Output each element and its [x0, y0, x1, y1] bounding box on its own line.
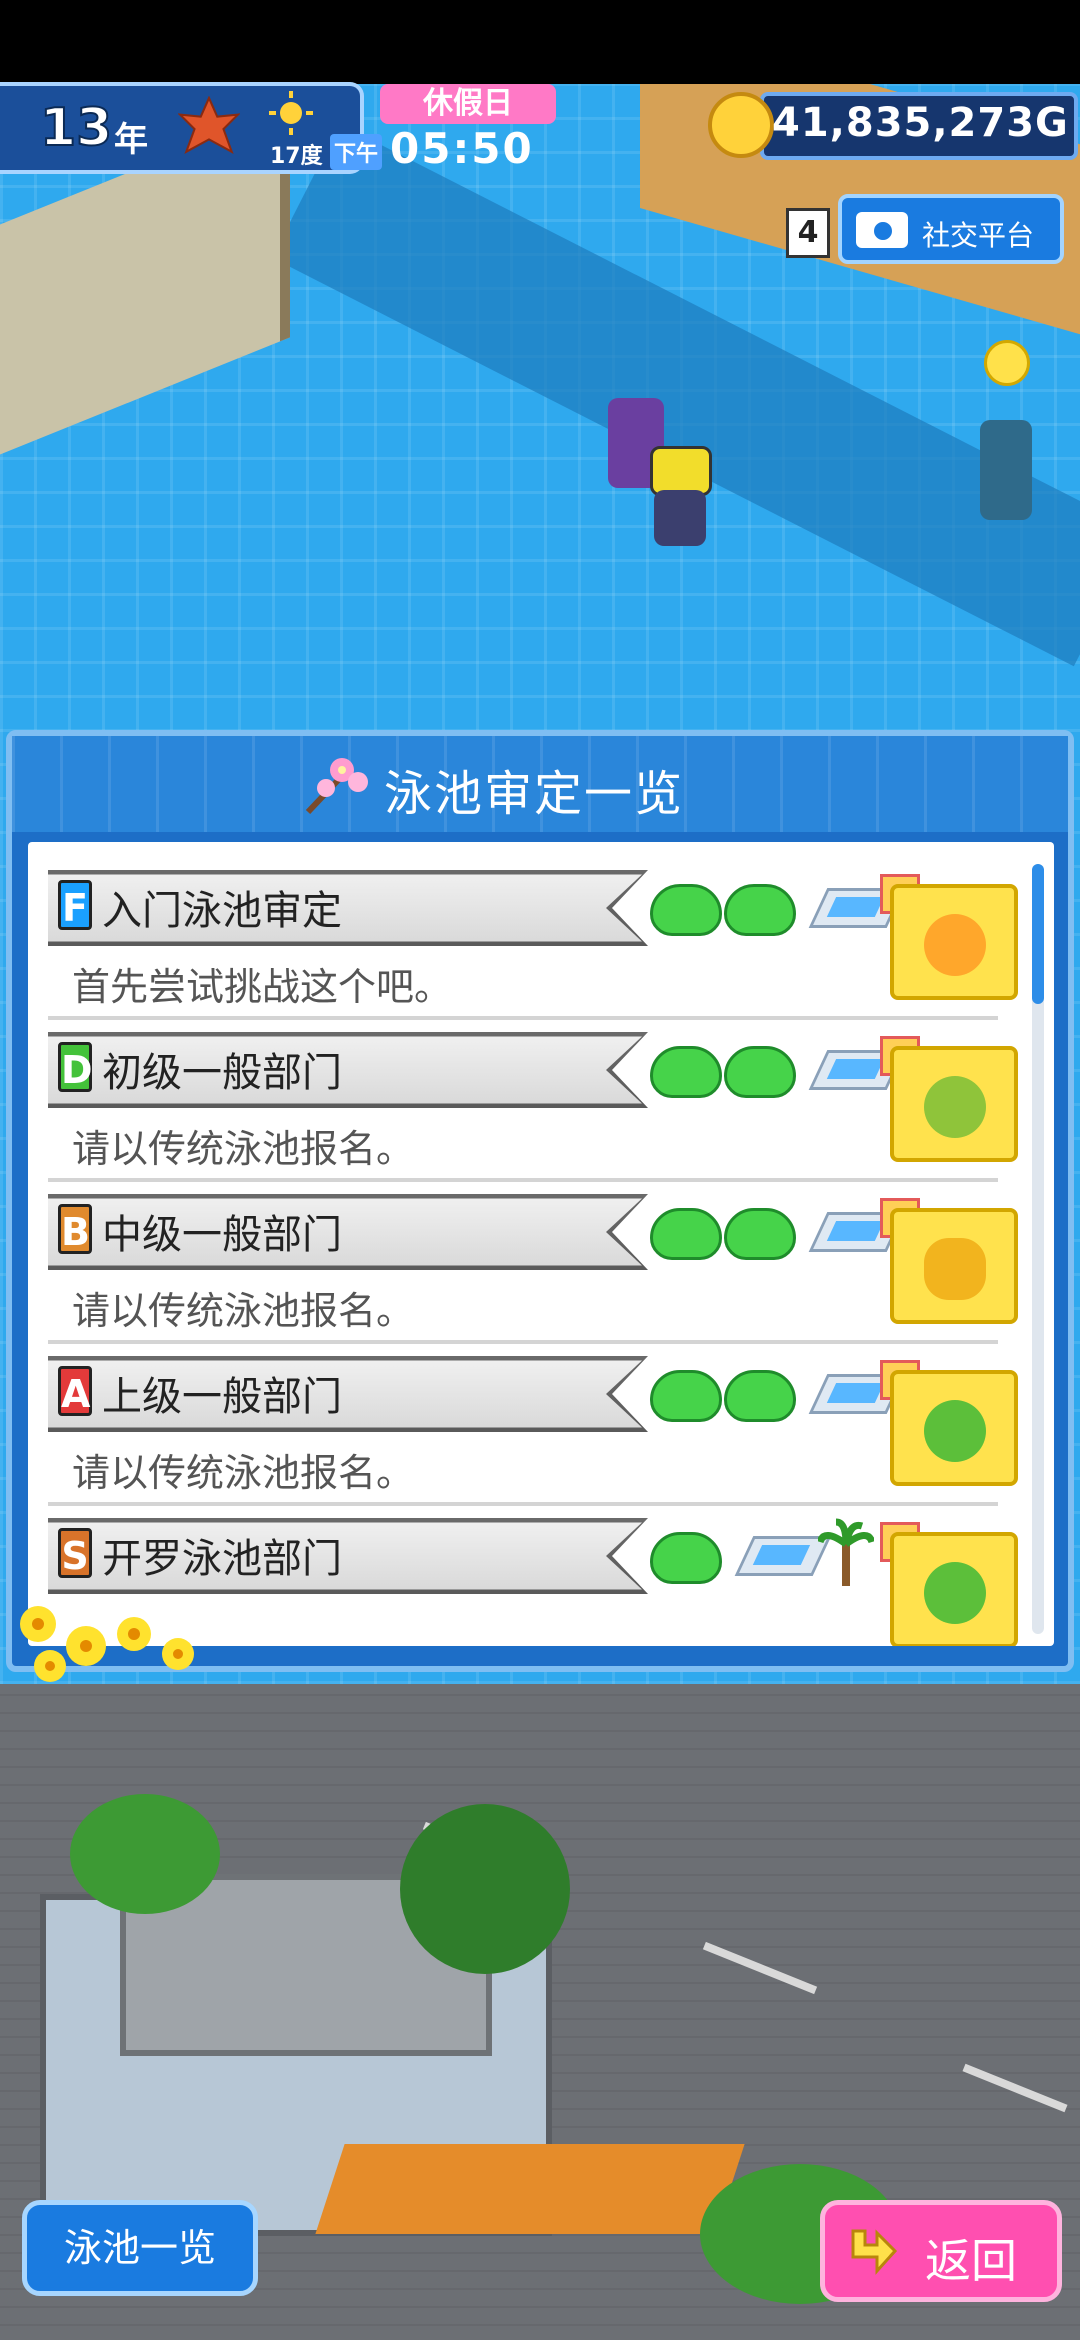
requirement-icon — [724, 1370, 796, 1422]
camera-icon — [856, 212, 908, 248]
item-name: 开罗泳池部门 — [102, 1536, 342, 1582]
swimmer-character[interactable] — [654, 490, 706, 546]
requirement-icon — [650, 1046, 722, 1098]
reward-box — [890, 1532, 1018, 1646]
divider — [48, 1340, 998, 1344]
gold-coin-icon — [708, 92, 774, 158]
pool-certification-panel: 泳池审定一览 F 入门泳池审定 首先尝试挑战这个吧。 D 初级一般部门 请以传统… — [6, 730, 1074, 1672]
shop-awning — [315, 2144, 745, 2234]
swimmer-character[interactable] — [980, 420, 1032, 520]
rank-badge: B — [58, 1204, 92, 1254]
list-item[interactable]: A 上级一般部门 请以传统泳池报名。 — [28, 1352, 1028, 1514]
pineapple-icon — [924, 1238, 986, 1300]
item-description: 首先尝试挑战这个吧。 — [72, 965, 453, 1009]
reward-box — [890, 884, 1018, 1000]
money-amount: 41,835,273G — [772, 100, 1069, 146]
divider — [48, 1016, 998, 1020]
year-number: 13 — [39, 97, 113, 159]
list-item[interactable]: F 入门泳池审定 首先尝试挑战这个吧。 — [28, 866, 1028, 1028]
requirement-icon — [724, 884, 796, 936]
sun-icon — [269, 91, 313, 135]
back-label: 返回 — [925, 2234, 1017, 2288]
status-bar — [0, 0, 1080, 84]
item-description: 请以传统泳池报名。 — [72, 1127, 415, 1171]
item-description: 请以传统泳池报名。 — [72, 1451, 415, 1495]
melon-icon — [924, 1400, 986, 1462]
year-unit: 年 — [114, 120, 148, 160]
autumn-leaf-icon — [178, 96, 240, 155]
panel-title: 泳池审定一览 — [384, 766, 685, 822]
requirement-icon — [724, 1046, 796, 1098]
cherry-blossom-icon — [305, 758, 368, 815]
reward-box — [890, 1208, 1018, 1324]
scrollbar-thumb[interactable] — [1032, 864, 1044, 1004]
social-platform-label: 社交平台 — [922, 219, 1035, 252]
happy-face-icon — [984, 340, 1030, 386]
game-time: 05:50 — [390, 124, 534, 173]
rank-badge: S — [58, 1528, 92, 1578]
requirement-icon — [650, 1370, 722, 1422]
item-name: 初级一般部门 — [102, 1050, 342, 1096]
reward-box — [890, 1370, 1018, 1486]
certification-list[interactable]: F 入门泳池审定 首先尝试挑战这个吧。 D 初级一般部门 请以传统泳池报名。 B… — [28, 842, 1054, 1646]
social-platform-button[interactable]: 社交平台 — [838, 194, 1064, 264]
pool-icon — [734, 1536, 832, 1576]
orange-fruit-icon — [924, 914, 986, 976]
pool-list-button[interactable]: 泳池一览 — [22, 2200, 258, 2296]
panel-header: 泳池审定一览 — [12, 736, 1068, 832]
rank-badge: F — [58, 880, 92, 930]
notification-count: 4 — [786, 208, 830, 258]
item-description: 请以传统泳池报名。 — [72, 1289, 415, 1333]
rank-badge: A — [58, 1366, 92, 1416]
reward-box — [890, 1046, 1018, 1162]
divider — [48, 1178, 998, 1182]
float-board-icon — [650, 446, 712, 496]
requirement-icon — [650, 884, 722, 936]
list-item[interactable]: B 中级一般部门 请以传统泳池报名。 — [28, 1190, 1028, 1352]
period-label: 下午 — [330, 134, 383, 170]
item-name: 入门泳池审定 — [102, 888, 342, 934]
item-name: 上级一般部门 — [102, 1374, 342, 1420]
list-scrollbar[interactable] — [1032, 864, 1044, 1634]
palm-tree-icon — [818, 1518, 874, 1586]
tree-icon — [400, 1804, 570, 1974]
requirement-icon — [650, 1532, 722, 1584]
item-name: 中级一般部门 — [102, 1212, 342, 1258]
requirement-icon — [650, 1208, 722, 1260]
divider — [48, 1502, 998, 1506]
return-arrow-icon — [851, 2229, 898, 2275]
green-fruit-icon — [924, 1076, 986, 1138]
palm-tree-icon — [70, 1794, 220, 1914]
requirement-icon — [724, 1208, 796, 1260]
temperature: 17度 — [270, 144, 323, 169]
holiday-badge: 休假日 — [380, 84, 556, 124]
flower-decoration-icon — [20, 1606, 194, 1682]
rank-badge: D — [58, 1042, 93, 1092]
melon-icon — [924, 1562, 986, 1624]
list-item[interactable]: D 初级一般部门 请以传统泳池报名。 — [28, 1028, 1028, 1190]
back-button[interactable]: 返回 — [820, 2200, 1062, 2302]
